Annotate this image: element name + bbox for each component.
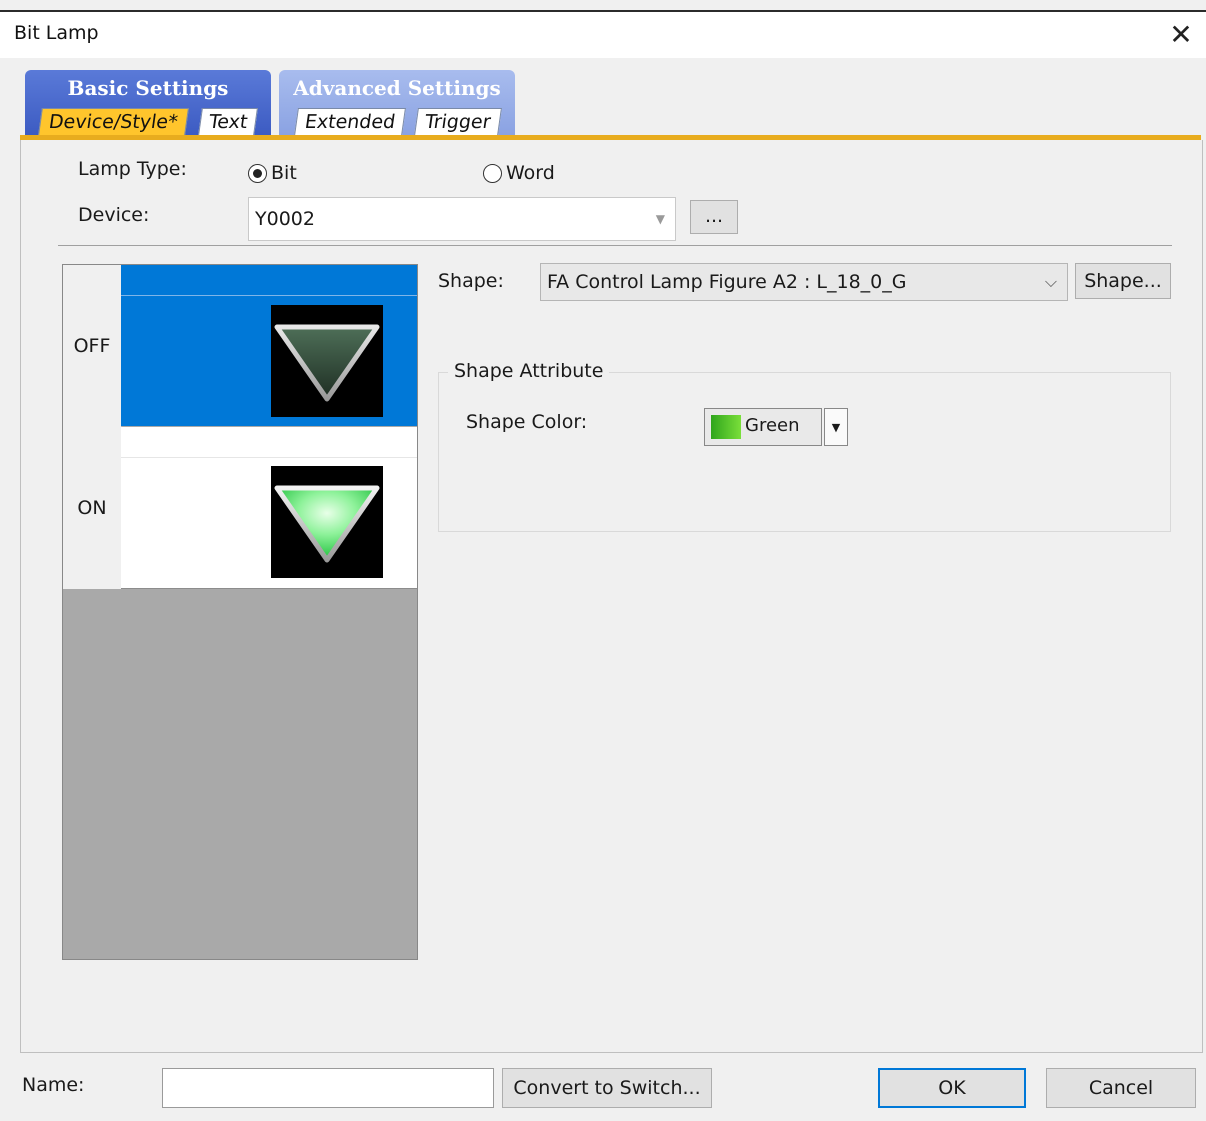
device-label: Device: [78,204,150,226]
device-value: Y0002 [255,208,315,230]
state-off-header [121,265,417,296]
tab-trigger[interactable]: Trigger [414,108,502,136]
name-label: Name: [22,1074,85,1096]
radio-bit-circle [248,163,267,183]
shape-attribute-title: Shape Attribute [448,360,610,382]
state-on-cell[interactable] [121,458,417,589]
state-label-off[interactable]: OFF [63,265,122,428]
radio-bit[interactable]: Bit [248,162,297,184]
radio-bit-label: Bit [271,162,297,184]
state-on-header [121,427,417,458]
shape-label: Shape: [438,270,504,292]
tab-group-basic-label: Basic Settings [67,76,229,100]
shape-attribute-group [438,372,1171,532]
state-off-cell[interactable] [121,296,417,426]
shape-color-label: Shape Color: [466,411,588,433]
device-browse-button[interactable]: ... [690,200,738,234]
color-swatch [711,415,741,439]
tab-device-style[interactable]: Device/Style* [38,108,189,136]
shape-combo[interactable]: FA Control Lamp Figure A2 : L_18_0_G ⌵ [540,263,1068,301]
radio-word-label: Word [506,162,555,184]
chevron-down-icon: ▼ [655,212,665,226]
shape-color-picker[interactable]: Green [704,408,822,446]
color-dropdown-arrow-icon[interactable]: ▼ [824,408,848,446]
ok-button[interactable]: OK [878,1068,1026,1108]
radio-selected-dot [253,168,262,178]
lamp-type-label: Lamp Type: [78,158,187,180]
shape-value: FA Control Lamp Figure A2 : L_18_0_G [547,271,907,293]
convert-to-switch-button[interactable]: Convert to Switch... [502,1068,712,1108]
divider [58,245,1172,246]
state-label-on[interactable]: ON [63,427,122,589]
tab-group-advanced-label: Advanced Settings [293,76,501,100]
radio-word[interactable]: Word [483,162,555,184]
window-title: Bit Lamp [14,22,99,44]
radio-word-circle [483,163,502,183]
state-preview-list: OFF ON [62,264,418,960]
tab-text[interactable]: Text [198,108,259,136]
title-bar: Bit Lamp ✕ [0,12,1206,58]
lamp-on-icon [271,466,383,578]
cancel-button[interactable]: Cancel [1046,1068,1196,1108]
chevron-down-icon: ⌵ [1044,272,1057,291]
device-combo[interactable]: Y0002 ▼ [248,197,676,241]
tab-extended[interactable]: Extended [294,108,407,136]
close-icon[interactable]: ✕ [1164,18,1198,52]
lamp-off-icon [271,305,383,417]
shape-color-value: Green [745,415,800,436]
bit-lamp-dialog: Bit Lamp ✕ Basic Settings Advanced Setti… [0,0,1206,1121]
name-input[interactable] [162,1068,494,1108]
shape-browse-button[interactable]: Shape... [1075,263,1171,299]
